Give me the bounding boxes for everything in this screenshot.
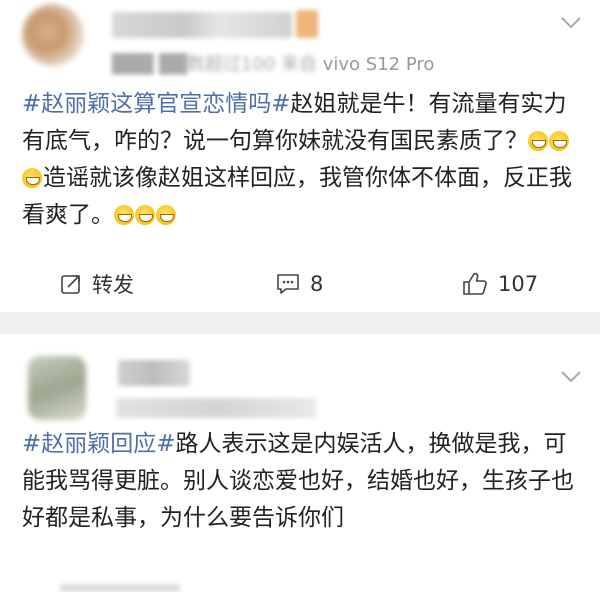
device-name: vivo S12 Pro — [322, 54, 435, 75]
grin-emoji-icon — [114, 205, 134, 225]
username-blurred[interactable] — [118, 360, 190, 386]
like-count: 107 — [498, 272, 539, 296]
repost-icon — [61, 275, 80, 294]
username-badge-blurred — [296, 10, 318, 38]
hashtag-link[interactable]: #赵丽颖回应# — [22, 431, 176, 457]
avatar[interactable] — [22, 4, 84, 66]
meta-blurred: ███ ██数超过100 — [112, 54, 276, 75]
post-text-part2: 造谣就该像赵姐这样回应，我管你体不体面，反正我看爽了。 — [22, 165, 572, 228]
post-card: ███ ██数超过100 来自 vivo S12 Pro #赵丽颖这算官宣恋情吗… — [0, 0, 600, 312]
post-meta: ███ ██数超过100 来自 vivo S12 Pro — [112, 50, 434, 76]
like-button[interactable]: 107 — [462, 264, 538, 304]
repost-label: 转发 — [92, 273, 134, 297]
grin-emoji-icon — [156, 205, 176, 225]
repost-button[interactable]: 转发 — [60, 264, 134, 304]
hashtag-link[interactable]: #赵丽颖这算官宣恋情吗# — [22, 91, 291, 117]
thumbs-up-icon — [463, 272, 487, 295]
post-text: #赵丽颖这算官宣恋情吗#赵姐就是牛！有流量有实力有底气，咋的？说一句算你妹就没有… — [22, 86, 582, 234]
comment-icon — [277, 274, 299, 294]
comment-button[interactable]: 8 — [276, 264, 323, 304]
username-blurred[interactable] — [112, 12, 292, 38]
chevron-down-icon[interactable] — [560, 370, 582, 384]
post-text: #赵丽颖回应#路人表示这是内娱活人，换做是我，可能我骂得更脏。别人谈恋爱也好，结… — [22, 426, 582, 537]
chevron-down-icon[interactable] — [560, 16, 582, 30]
comment-count: 8 — [310, 272, 324, 296]
meta-blurred — [116, 398, 316, 418]
next-content-blurred — [60, 584, 180, 592]
grin-emoji-icon — [135, 205, 155, 225]
grinning-sweat-emoji-icon — [22, 168, 42, 188]
device-prefix: 来自 — [281, 54, 318, 75]
post-separator — [0, 312, 600, 334]
grinning-sweat-emoji-icon — [549, 131, 569, 151]
avatar[interactable] — [28, 356, 86, 420]
action-bar: 转发 8 107 — [0, 264, 600, 304]
grinning-sweat-emoji-icon — [528, 131, 548, 151]
